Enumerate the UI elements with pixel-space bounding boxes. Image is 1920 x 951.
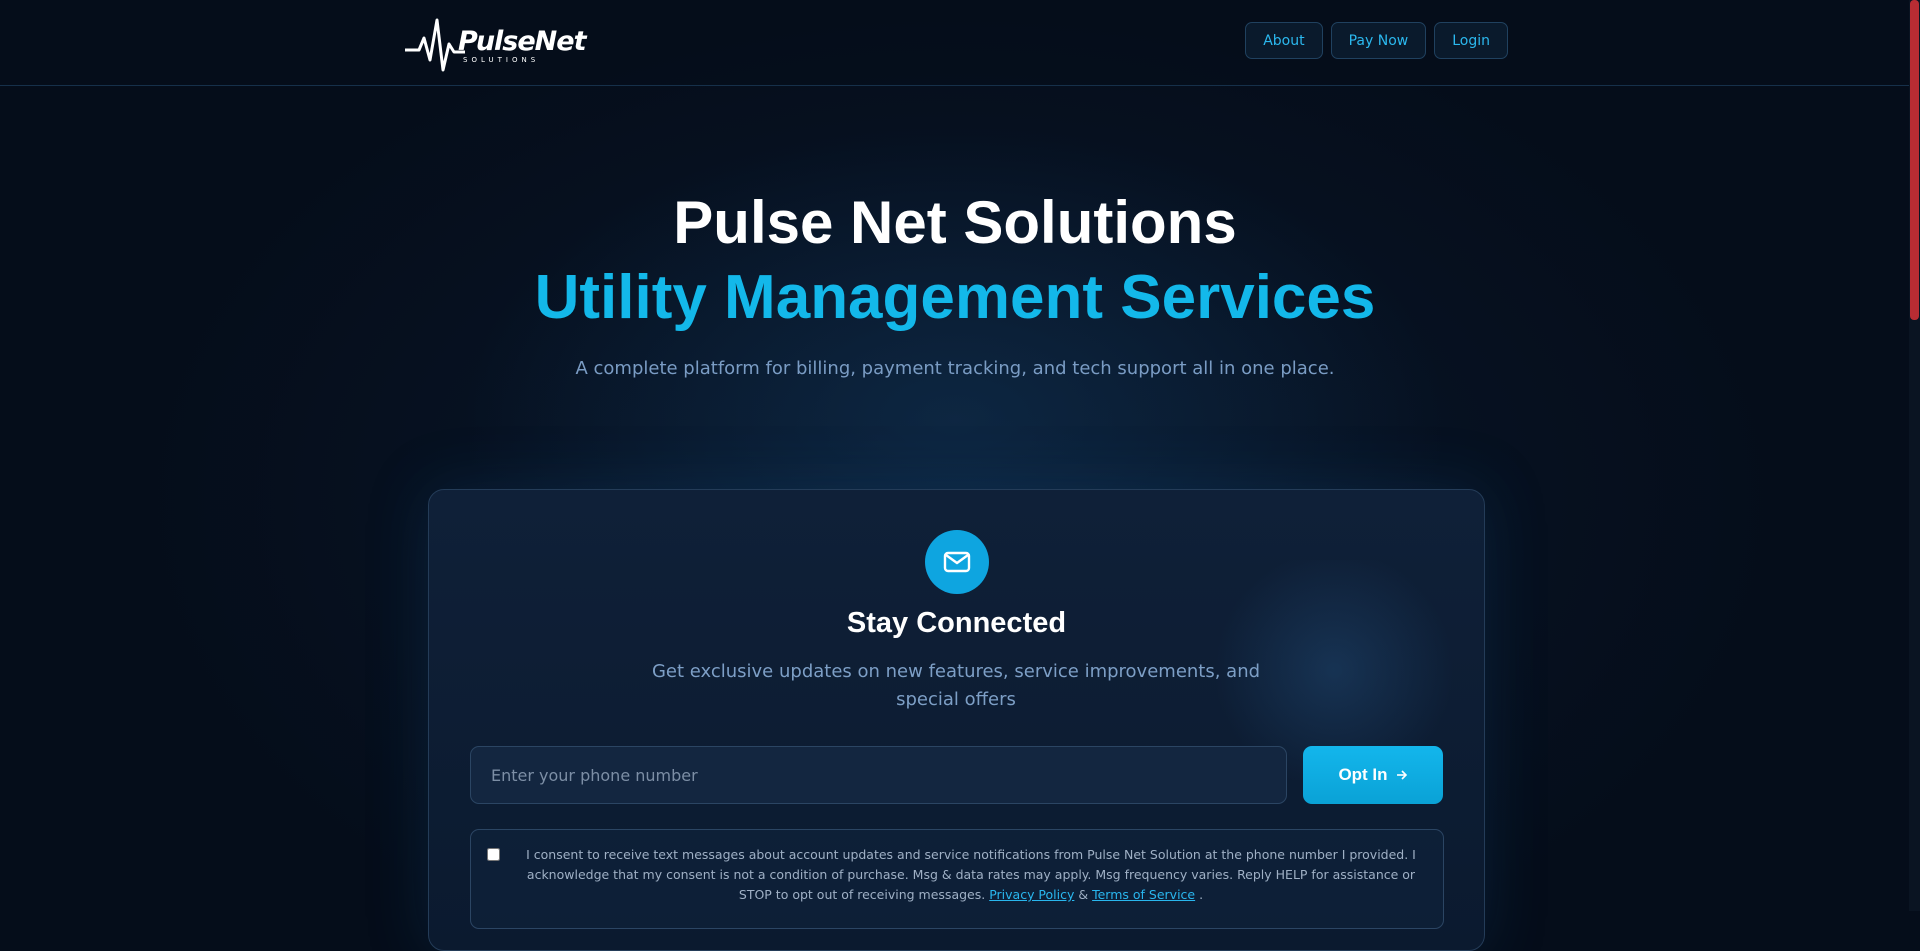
stay-connected-card: Stay Connected Get exclusive updates on …	[428, 489, 1485, 951]
opt-in-label: Opt In	[1338, 765, 1388, 784]
scrollbar-thumb[interactable]	[1910, 0, 1919, 320]
sms-consent-box: I consent to receive text messages about…	[470, 829, 1444, 929]
card-description: Get exclusive updates on new features, s…	[651, 661, 1261, 710]
logo-name: PulseNet	[458, 26, 587, 57]
hero-title-accent: Utility Management Services	[534, 263, 1376, 332]
consent-end: .	[1199, 887, 1204, 902]
page-scrollbar[interactable]	[1909, 0, 1920, 911]
mail-icon	[925, 530, 989, 594]
nav-about-button[interactable]: About	[1245, 22, 1323, 59]
pulse-wave-icon	[405, 18, 465, 72]
consent-checkbox[interactable]	[487, 848, 500, 861]
consent-statement: I consent to receive text messages about…	[526, 847, 1416, 902]
terms-of-service-link[interactable]: Terms of Service	[1092, 887, 1195, 902]
hero-subtitle: A complete platform for billing, payment…	[575, 358, 1335, 379]
pulsenet-logo[interactable]: PulseNet SOLUTIONS	[405, 14, 587, 72]
logo-subtitle: SOLUTIONS	[463, 56, 540, 64]
consent-ampersand: &	[1078, 887, 1089, 902]
nav-login-button[interactable]: Login	[1434, 22, 1508, 59]
main-navigation: About Pay Now Login	[1245, 22, 1508, 59]
top-nav-bar: PulseNet SOLUTIONS About Pay Now Login	[0, 0, 1920, 86]
consent-text: I consent to receive text messages about…	[511, 845, 1431, 905]
opt-in-button[interactable]: Opt In	[1303, 746, 1443, 804]
arrow-right-icon	[1396, 770, 1407, 780]
card-title: Stay Connected	[846, 607, 1067, 639]
hero-title: Pulse Net Solutions	[673, 189, 1237, 256]
privacy-policy-link[interactable]: Privacy Policy	[989, 887, 1074, 902]
nav-pay-now-button[interactable]: Pay Now	[1330, 22, 1427, 59]
phone-number-input[interactable]	[470, 746, 1287, 804]
